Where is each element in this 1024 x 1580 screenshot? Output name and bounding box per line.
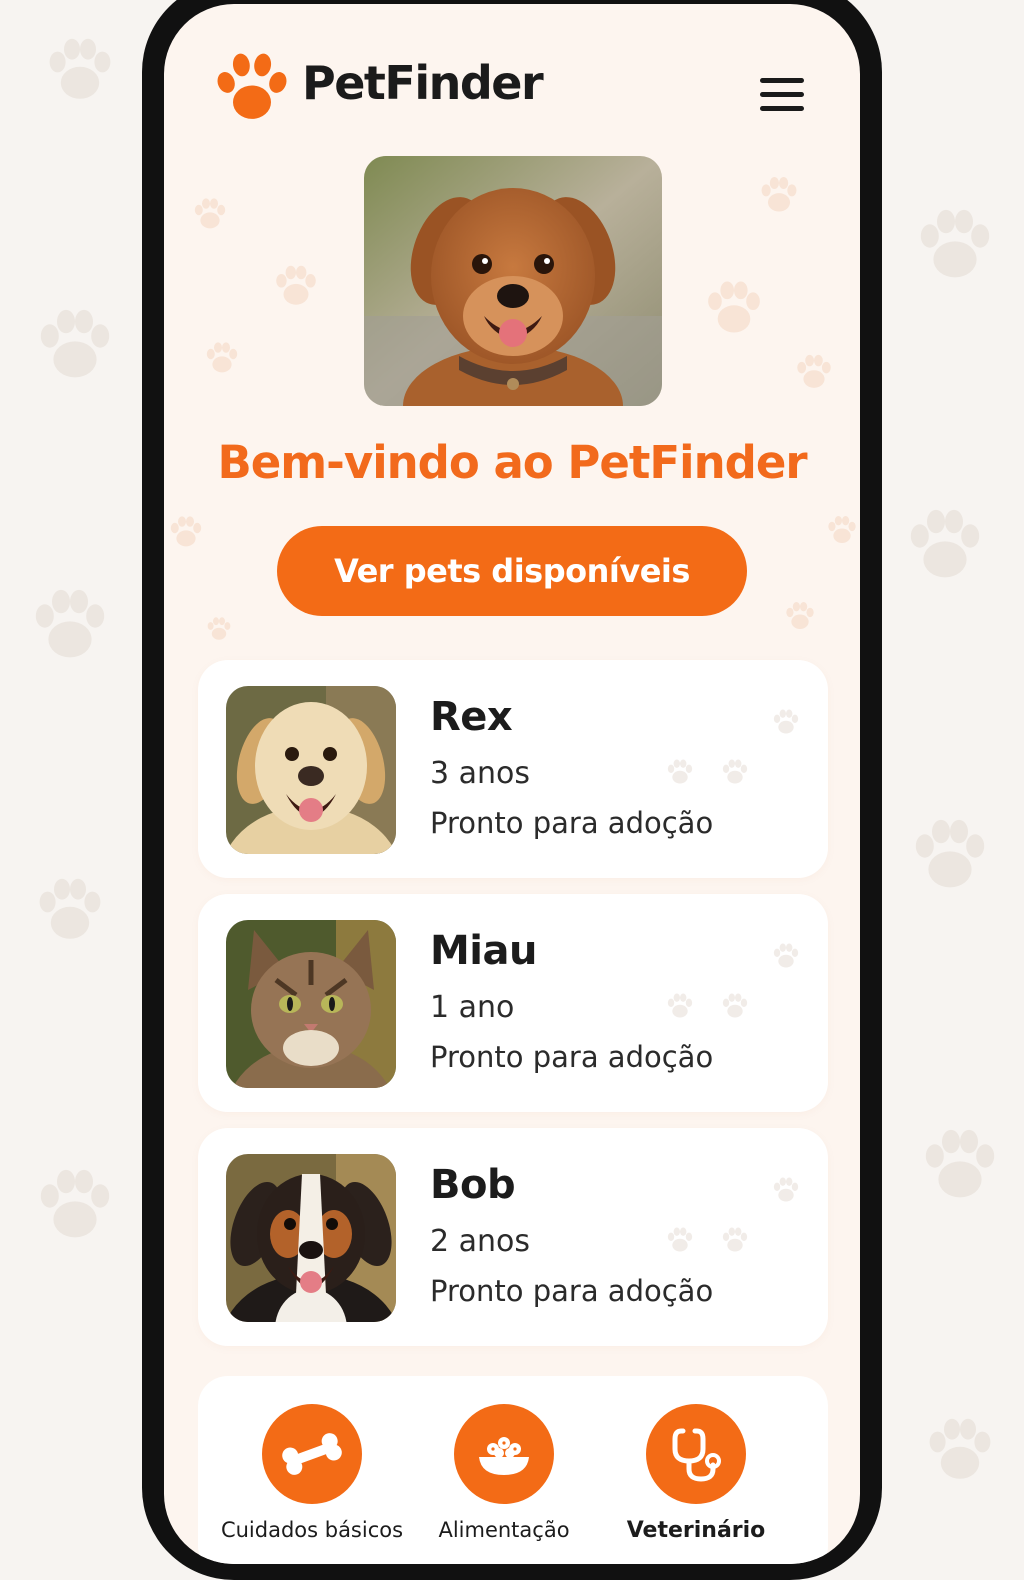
pet-card-miau[interactable]: Miau 1 ano Pronto para adoção (198, 894, 828, 1112)
paw-icon (910, 509, 980, 578)
pet-name: Miau (430, 928, 537, 974)
paw-icon (40, 1169, 110, 1238)
bone-icon (262, 1404, 362, 1504)
paw-icon (773, 709, 799, 734)
paw-icon (49, 38, 111, 99)
pet-status: Pronto para adoção (430, 806, 714, 840)
paw-icon (170, 516, 202, 547)
pet-status: Pronto para adoção (430, 1274, 714, 1308)
paw-icon (276, 265, 316, 305)
food-bowl-icon (454, 1404, 554, 1504)
paw-logo-icon (214, 52, 290, 122)
paw-icon (667, 993, 693, 1018)
hero-dog-photo (364, 156, 662, 406)
pet-name: Bob (430, 1162, 516, 1208)
paw-icon (35, 589, 105, 658)
paw-icon (761, 177, 797, 212)
paw-icon (206, 342, 238, 373)
pet-age: 2 anos (430, 1224, 531, 1259)
paw-icon (828, 515, 856, 543)
paw-icon (925, 1129, 995, 1198)
paw-icon (667, 1227, 693, 1252)
pet-age: 3 anos (430, 756, 531, 791)
pet-age: 1 ano (430, 990, 515, 1025)
app-header: PetFinder (164, 4, 860, 164)
pet-status: Pronto para adoção (430, 1040, 714, 1074)
app-screen: PetFinder Bem-vindo ao PetFinder Ver pet… (164, 4, 860, 1564)
paw-icon (722, 993, 748, 1018)
paw-icon (773, 943, 799, 968)
paw-icon (708, 281, 760, 333)
app-brand-name: PetFinder (302, 56, 544, 110)
paw-icon (207, 617, 231, 640)
pet-name: Rex (430, 694, 513, 740)
paw-icon (797, 354, 831, 388)
paw-icon (40, 309, 110, 378)
nav-label: Veterinário (626, 1518, 766, 1543)
paw-icon (667, 759, 693, 784)
paw-icon (722, 759, 748, 784)
paw-icon (929, 1418, 991, 1479)
nav-food[interactable]: Alimentação (404, 1404, 604, 1542)
paw-icon (722, 1227, 748, 1252)
nav-vet[interactable]: Veterinário (596, 1404, 796, 1543)
paw-icon (915, 819, 985, 888)
paw-icon (39, 878, 101, 939)
paw-icon (920, 209, 990, 278)
paw-icon (194, 198, 226, 229)
pet-list: Rex 3 anos Pronto para adoção Miau 1 ano… (198, 660, 828, 1362)
paw-icon (786, 601, 814, 629)
nav-label: Cuidados básicos (220, 1518, 404, 1542)
paw-icon (773, 1177, 799, 1202)
pet-card-bob[interactable]: Bob 2 anos Pronto para adoção (198, 1128, 828, 1346)
view-available-pets-button[interactable]: Ver pets disponíveis (277, 526, 747, 616)
pet-photo-rex (226, 686, 396, 854)
stethoscope-icon (646, 1404, 746, 1504)
pet-card-rex[interactable]: Rex 3 anos Pronto para adoção (198, 660, 828, 878)
hamburger-menu-icon[interactable] (758, 74, 806, 114)
nav-basic-care[interactable]: Cuidados básicos (212, 1404, 412, 1542)
nav-label: Alimentação (438, 1518, 570, 1542)
pet-photo-miau (226, 920, 396, 1088)
welcome-heading: Bem-vindo ao PetFinder (217, 436, 807, 489)
pet-photo-bob (226, 1154, 396, 1322)
